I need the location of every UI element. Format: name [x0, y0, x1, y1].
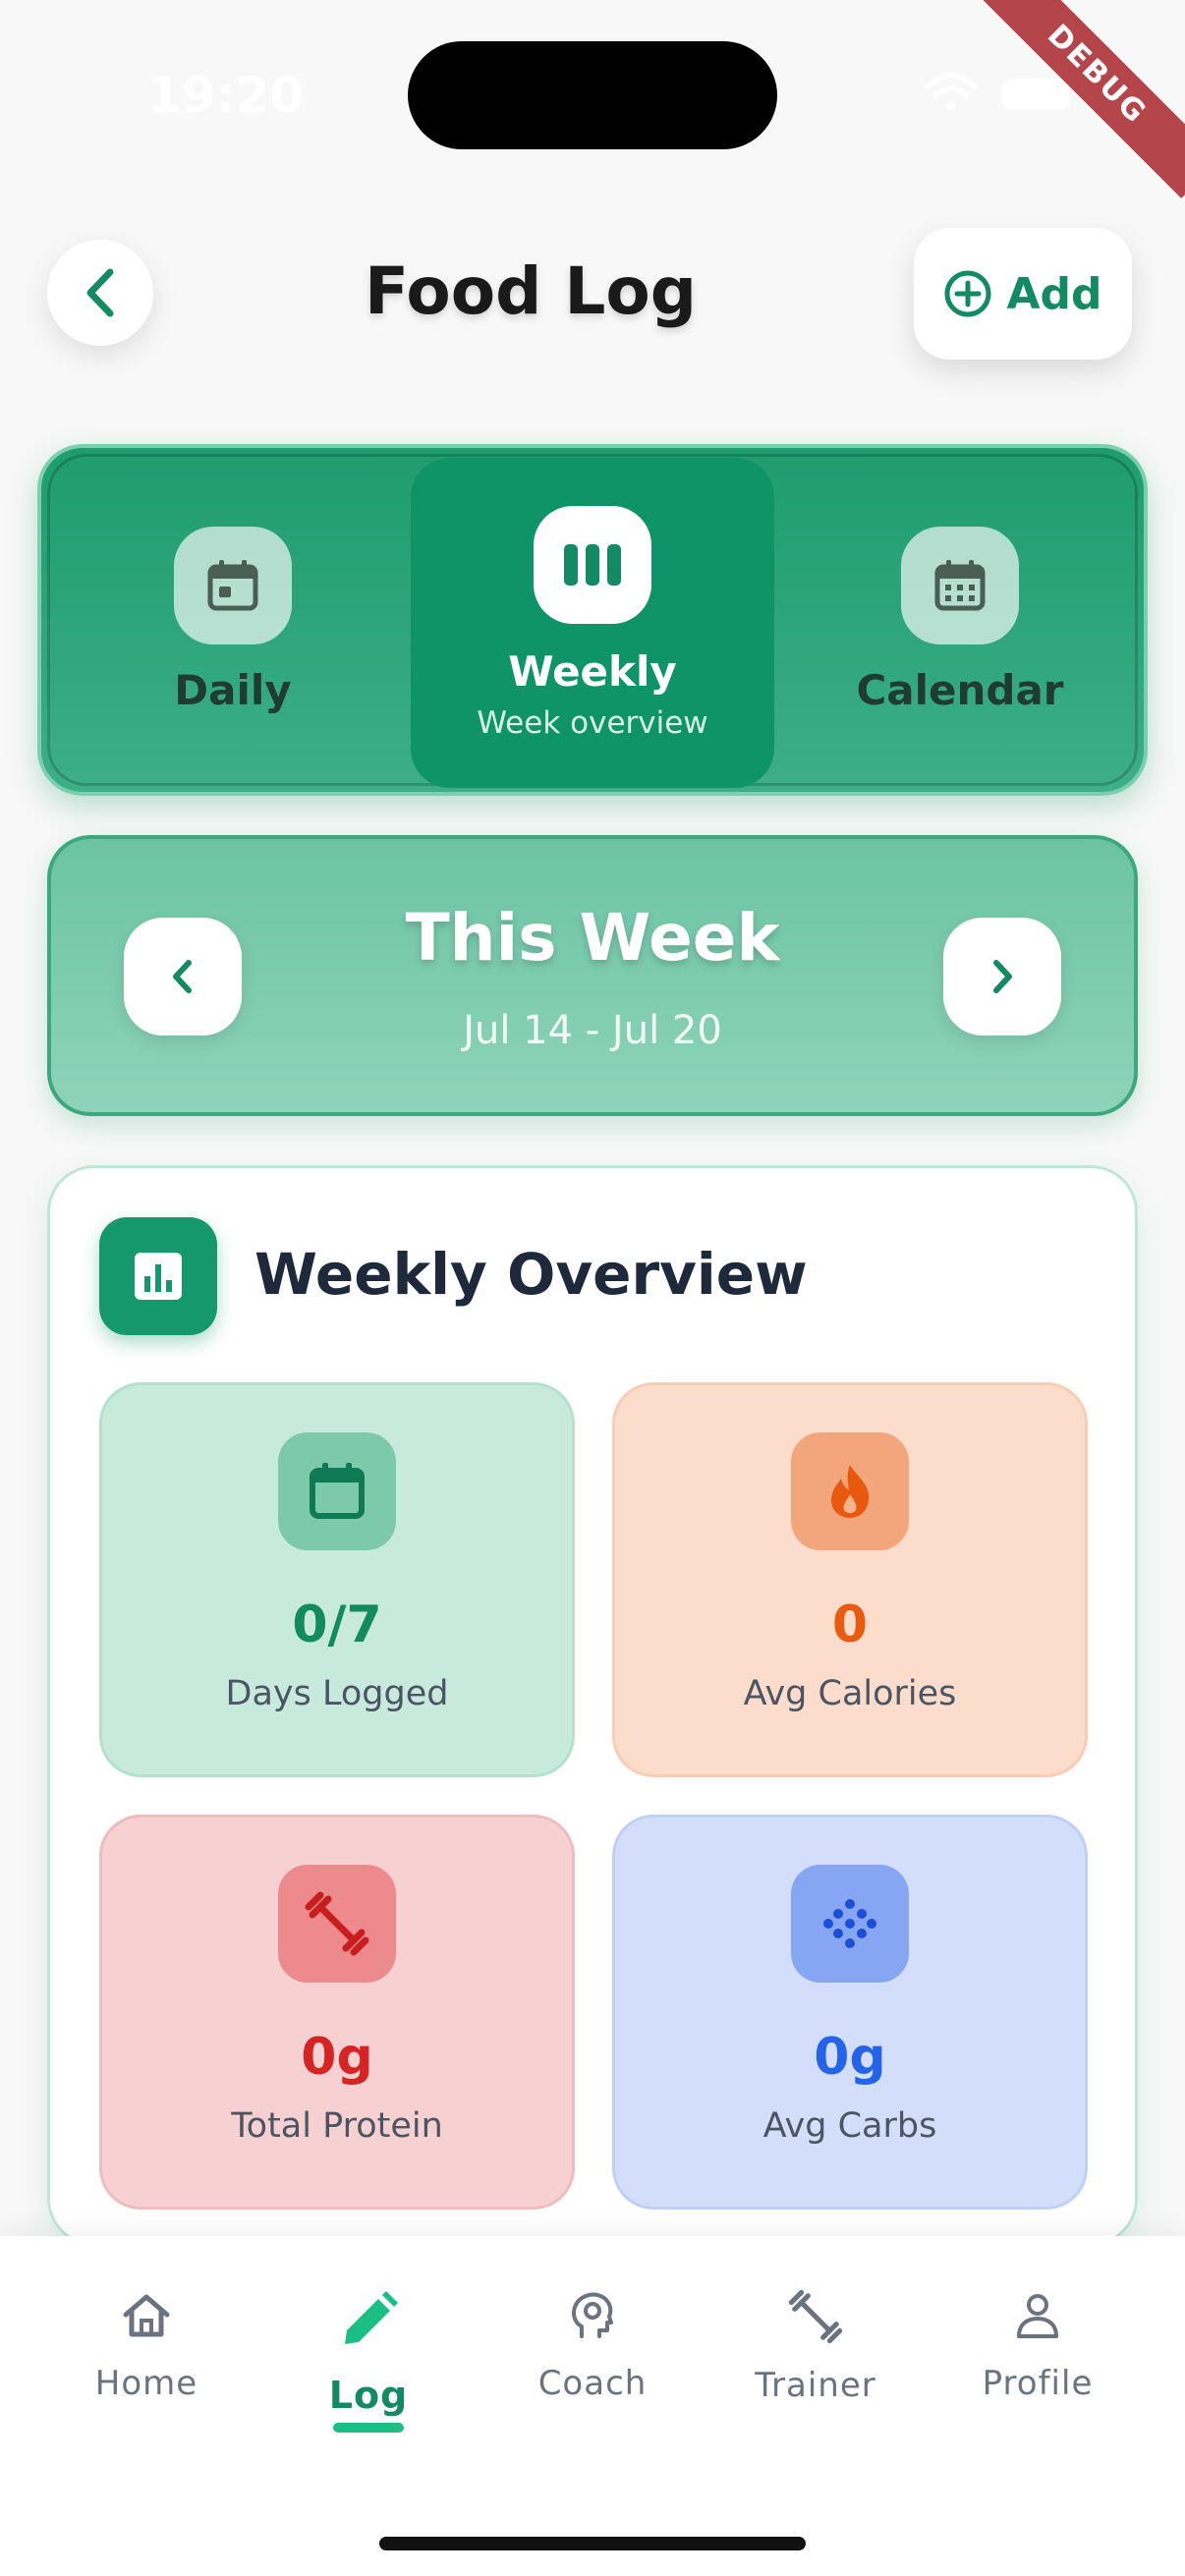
stat-icon-box [278, 1865, 396, 1983]
stat-avg-calories: 0 Avg Calories [612, 1382, 1088, 1777]
battery-icon [1002, 79, 1071, 110]
nav-profile-label: Profile [982, 2364, 1094, 2403]
week-navigator: This Week Jul 14 - Jul 20 [47, 835, 1138, 1116]
stat-value: 0g [301, 2028, 373, 2087]
calendar-day-icon [207, 559, 258, 610]
chevron-right-icon [993, 960, 1012, 993]
dynamic-island [408, 41, 777, 149]
tab-calendar-label: Calendar [856, 665, 1064, 714]
bar-chart-icon [135, 1253, 182, 1300]
calendar-icon [310, 1463, 365, 1519]
weekly-overview-card: Weekly Overview 0/7 Days Logged 0 Avg Ca… [47, 1165, 1138, 2246]
active-tab-indicator [333, 2423, 404, 2433]
nav-log[interactable]: Log [260, 2289, 477, 2433]
tab-daily-label: Daily [174, 665, 292, 714]
pencil-icon [345, 2291, 398, 2344]
stat-icon-box [791, 1865, 909, 1983]
tab-calendar-icon-box [901, 526, 1019, 644]
stat-days-logged: 0/7 Days Logged [99, 1382, 575, 1777]
stat-total-protein: 0g Total Protein [99, 1815, 575, 2210]
calendar-month-icon [934, 559, 986, 610]
tab-weekly-label: Weekly [508, 646, 677, 696]
next-week-button[interactable] [943, 918, 1061, 1036]
tab-calendar[interactable]: Calendar [808, 448, 1112, 792]
stat-value: 0/7 [292, 1596, 382, 1654]
stat-label: Total Protein [231, 2106, 443, 2146]
status-time: 19:20 [147, 67, 305, 124]
home-icon [123, 2294, 170, 2337]
dumbbell-icon [305, 1891, 369, 1956]
overview-title: Weekly Overview [254, 1241, 808, 1308]
nav-profile[interactable]: Profile [930, 2289, 1146, 2403]
week-bars-icon [564, 543, 621, 586]
wifi-icon [925, 73, 978, 111]
plus-circle-icon [944, 270, 991, 317]
flame-icon [831, 1465, 870, 1518]
nav-trainer[interactable]: Trainer [707, 2289, 924, 2405]
stat-avg-carbs: 0g Avg Carbs [612, 1815, 1088, 2210]
brain-icon [572, 2292, 613, 2338]
nav-home[interactable]: Home [38, 2289, 254, 2403]
tab-weekly[interactable]: Weekly Week overview [411, 458, 774, 788]
stat-icon-box [791, 1432, 909, 1550]
tab-weekly-icon-box [534, 505, 651, 624]
tab-daily[interactable]: Daily [81, 448, 385, 792]
stat-value: 0g [814, 2028, 886, 2087]
stat-label: Avg Calories [743, 1674, 957, 1713]
nav-trainer-label: Trainer [755, 2366, 876, 2405]
tab-weekly-subtitle: Week overview [477, 704, 708, 741]
view-selector: Daily Weekly Week overview Calendar [37, 444, 1148, 796]
grain-icon [823, 1899, 876, 1948]
nav-coach-label: Coach [537, 2364, 648, 2403]
home-indicator [379, 2537, 806, 2550]
stat-icon-box [278, 1432, 396, 1550]
add-button[interactable]: Add [914, 228, 1132, 360]
page-title: Food Log [365, 253, 697, 329]
nav-log-label: Log [328, 2374, 409, 2417]
overview-icon-box [99, 1217, 217, 1335]
tab-daily-icon-box [174, 526, 292, 644]
nav-coach[interactable]: Coach [484, 2289, 701, 2403]
nav-home-label: Home [94, 2364, 198, 2403]
stat-label: Days Logged [225, 1674, 449, 1713]
stat-label: Avg Carbs [762, 2106, 937, 2146]
bottom-navigation: Home Log Coach Trainer Profile [0, 2236, 1185, 2576]
person-icon [1017, 2294, 1058, 2338]
add-button-label: Add [1006, 268, 1102, 319]
dumbbell-icon [788, 2289, 843, 2344]
stat-value: 0 [831, 1596, 869, 1654]
